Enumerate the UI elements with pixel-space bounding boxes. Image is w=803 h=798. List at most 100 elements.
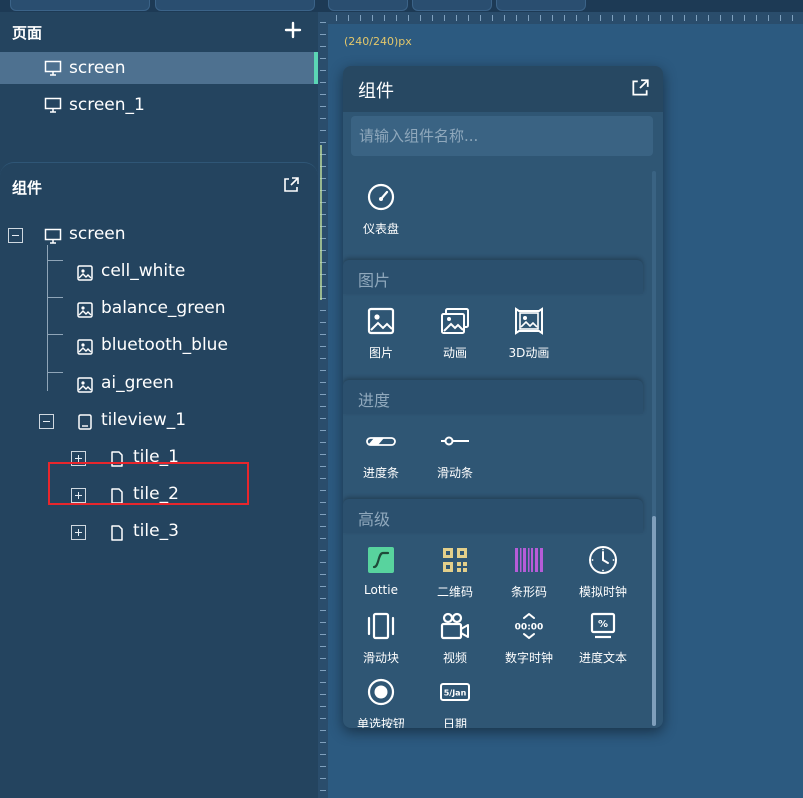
ruler-tick — [320, 766, 326, 767]
date-icon: 5/Jan — [440, 677, 470, 707]
monitor-icon — [44, 96, 62, 114]
add-page-icon[interactable] — [282, 19, 304, 41]
tree-node-balance-green[interactable]: balance_green — [0, 293, 318, 327]
component-label: 进度文本 — [578, 651, 627, 665]
component-date[interactable]: 5/Jan 日期 — [417, 673, 493, 728]
collapse-toggle-icon[interactable] — [39, 414, 54, 429]
popout-icon[interactable] — [282, 176, 304, 198]
top-tab[interactable] — [328, 0, 408, 11]
expand-toggle-icon[interactable] — [71, 525, 86, 540]
component-animation[interactable]: 动画 — [417, 302, 493, 364]
ruler-tick — [456, 15, 457, 21]
tree-node-label: bluetooth_blue — [101, 335, 228, 355]
component-slider[interactable]: 滑动条 — [417, 422, 493, 484]
component-tree-title: 组件 — [12, 179, 43, 197]
page-item-label: screen_1 — [69, 95, 145, 115]
ruler-tick — [320, 502, 326, 503]
top-tab[interactable] — [155, 0, 315, 11]
component-label: Lottie — [364, 583, 398, 597]
component-video[interactable]: 视频 — [417, 607, 493, 669]
ruler-tick — [636, 15, 637, 21]
image-icon — [76, 338, 94, 356]
component-palette: 组件 仪表盘 图片 图片 动画 3D动画 进度 — [343, 66, 663, 728]
tileview-icon — [76, 413, 94, 431]
top-tab[interactable] — [496, 0, 586, 11]
ruler-tick — [660, 15, 661, 21]
tree-node-tile-3[interactable]: tile_3 — [0, 516, 318, 550]
lottie-icon — [366, 545, 396, 575]
ruler-tick — [320, 790, 326, 791]
component-label: 条形码 — [510, 585, 547, 599]
page-item-screen-1[interactable]: screen_1 — [0, 89, 318, 121]
palette-title: 组件 — [358, 81, 394, 102]
ruler-tick — [320, 130, 326, 131]
component-radio-button[interactable]: 单选按钮 — [343, 673, 419, 728]
gauge-icon — [366, 182, 396, 212]
popout-icon[interactable] — [630, 78, 650, 98]
component-3d-animation[interactable]: 3D动画 — [491, 302, 567, 364]
tree-node-label: tileview_1 — [101, 410, 187, 430]
ruler-tick — [492, 15, 493, 21]
qrcode-icon — [440, 545, 470, 575]
component-search-input[interactable] — [351, 116, 653, 156]
top-tab[interactable] — [412, 0, 492, 11]
component-progress-bar[interactable]: 进度条 — [343, 422, 419, 484]
ruler-tick — [576, 15, 577, 21]
digital-clock-icon: 00:00 — [514, 611, 544, 641]
ruler-tick — [420, 15, 421, 21]
component-label: 日期 — [442, 717, 467, 728]
ruler-tick — [320, 526, 326, 527]
image-icon — [76, 264, 94, 282]
tree-node-tileview-1[interactable]: tileview_1 — [0, 405, 318, 439]
component-tree-header: 组件 — [0, 167, 318, 205]
ruler-tick — [320, 646, 326, 647]
ruler-tick — [732, 15, 733, 21]
component-gauge[interactable]: 仪表盘 — [343, 178, 419, 240]
component-label: 进度条 — [362, 466, 399, 480]
digital-clock-text: 00:00 — [515, 623, 544, 633]
ruler-tick — [396, 15, 397, 21]
ruler-tick — [552, 15, 553, 21]
ruler-tick — [320, 442, 326, 443]
top-tab-strip — [0, 0, 803, 12]
ruler-tick — [320, 430, 326, 431]
component-barcode[interactable]: 条形码 — [491, 541, 567, 603]
ruler-tick — [360, 15, 361, 21]
slide-block-icon — [366, 611, 396, 641]
ruler-tick — [600, 15, 601, 21]
component-lottie[interactable]: Lottie — [343, 541, 419, 603]
component-digital-clock[interactable]: 00:00 数字时钟 — [491, 607, 567, 669]
ruler-tick — [320, 538, 326, 539]
progress-bar-icon — [366, 426, 396, 456]
top-tab[interactable] — [10, 0, 150, 11]
ruler-tick — [320, 550, 326, 551]
component-analog-clock[interactable]: 模拟时钟 — [565, 541, 641, 603]
palette-scrollbar-thumb[interactable] — [652, 516, 656, 726]
ruler-tick — [320, 22, 326, 23]
ruler-tick — [320, 370, 326, 371]
tree-node-screen[interactable]: screen — [0, 219, 318, 253]
ruler-tick — [320, 490, 326, 491]
component-progress-text[interactable]: % 进度文本 — [565, 607, 641, 669]
component-label: 二维码 — [436, 585, 473, 599]
tree-node-label: screen — [69, 224, 126, 244]
tree-node-cell-white[interactable]: cell_white — [0, 256, 318, 290]
tree-node-bluetooth-blue[interactable]: bluetooth_blue — [0, 330, 318, 364]
ruler-tick — [320, 34, 326, 35]
collapse-toggle-icon[interactable] — [8, 228, 23, 243]
tree-node-label: balance_green — [101, 298, 226, 318]
ruler-tick — [408, 15, 409, 21]
component-label: 数字时钟 — [504, 651, 553, 665]
tree-node-ai-green[interactable]: ai_green — [0, 368, 318, 402]
page-item-screen[interactable]: screen — [0, 52, 318, 84]
image-icon — [366, 306, 396, 336]
component-label: 动画 — [442, 346, 467, 360]
ruler-tick — [320, 394, 326, 395]
component-slide-block[interactable]: 滑动块 — [343, 607, 419, 669]
ruler-tick — [320, 418, 326, 419]
3d-animation-icon — [514, 306, 544, 336]
component-image[interactable]: 图片 — [343, 302, 419, 364]
component-qrcode[interactable]: 二维码 — [417, 541, 493, 603]
section-title: 进度 — [358, 391, 391, 410]
ruler-tick — [320, 730, 326, 731]
